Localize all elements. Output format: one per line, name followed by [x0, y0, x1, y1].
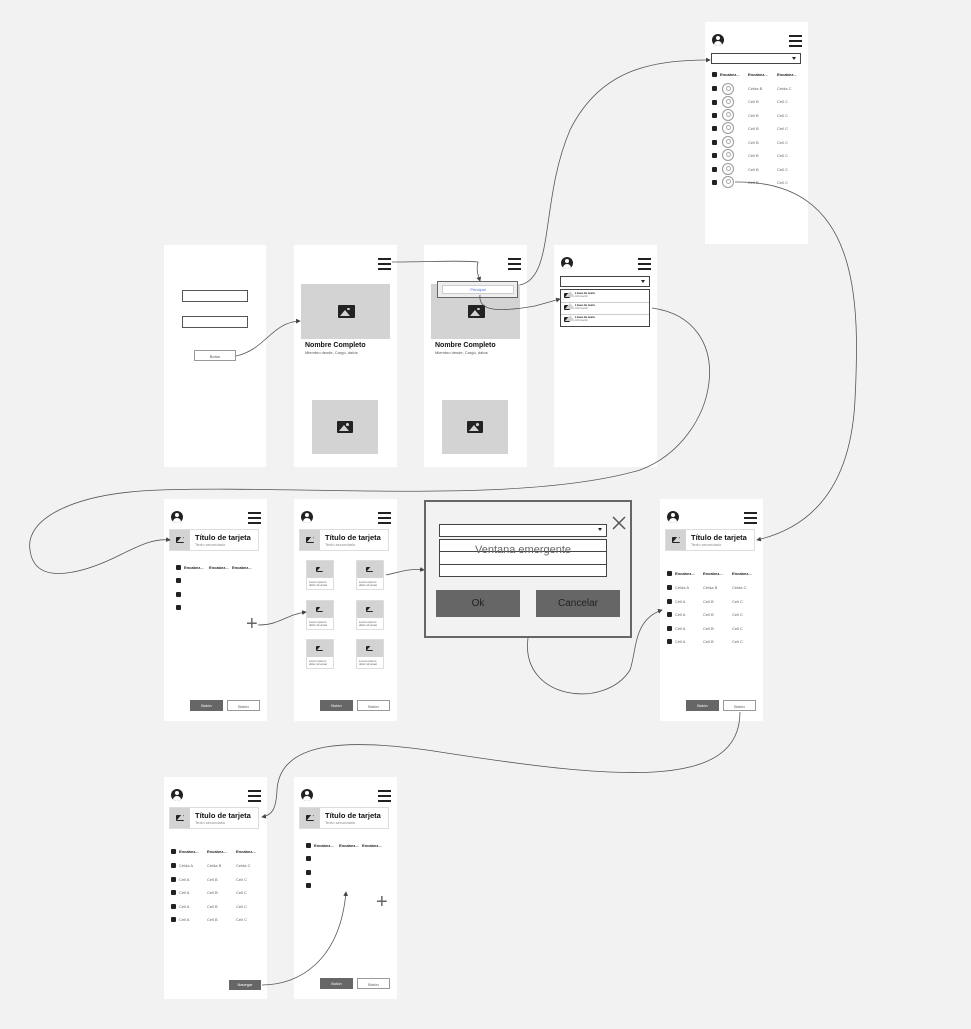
flow-arrow: [257, 610, 307, 626]
flow-arrow: [519, 57, 711, 286]
flow-arrow: [734, 181, 857, 542]
flow-arrow: [527, 609, 663, 695]
flow-arrow: [391, 260, 482, 282]
flow-arrow: [479, 294, 561, 310]
flow-arrow: [29, 307, 710, 574]
flow-connectors: [29, 57, 857, 986]
flow-arrow: [261, 711, 741, 819]
flow-arrow: [235, 318, 301, 357]
flow-arrow: [385, 567, 425, 576]
flow-arrow: [261, 891, 349, 986]
